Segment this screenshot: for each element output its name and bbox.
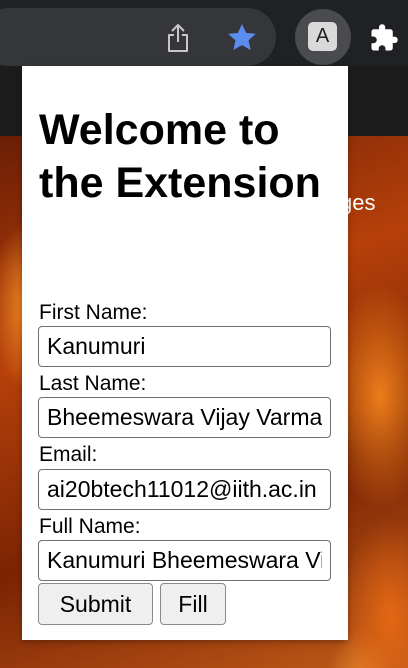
extension-icon[interactable]: A xyxy=(308,22,337,51)
full-name-input[interactable] xyxy=(38,540,331,581)
first-name-label: First Name: xyxy=(39,301,148,324)
extension-popup: Welcome to the Extension First Name: Las… xyxy=(22,66,348,640)
last-name-label: Last Name: xyxy=(39,372,147,395)
browser-toolbar: A xyxy=(0,0,408,66)
email-label: Email: xyxy=(39,443,98,466)
email-input[interactable] xyxy=(38,469,331,510)
popup-title: Welcome to the Extension xyxy=(39,106,321,207)
first-name-input[interactable] xyxy=(38,326,331,367)
fill-button[interactable]: Fill xyxy=(160,583,226,625)
bookmark-star-icon[interactable] xyxy=(224,20,260,56)
submit-button[interactable]: Submit xyxy=(38,583,153,625)
last-name-input[interactable] xyxy=(38,397,331,438)
share-icon[interactable] xyxy=(162,20,194,56)
puzzle-icon[interactable] xyxy=(366,20,402,56)
full-name-label: Full Name: xyxy=(39,515,141,538)
